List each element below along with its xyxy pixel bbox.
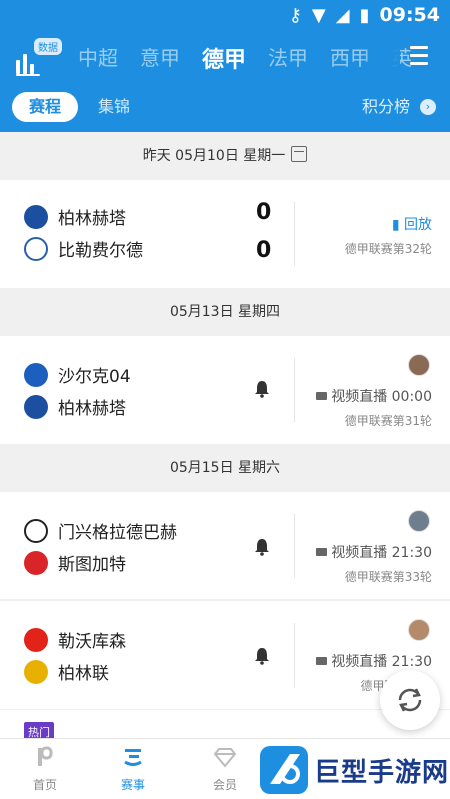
wifi-icon: ▼ — [311, 4, 326, 26]
home-team: 门兴格拉德巴赫 — [24, 518, 177, 543]
divider — [294, 514, 295, 578]
team-name: 勒沃库森 — [58, 632, 126, 652]
match-info: 视频直播 21:30 德甲联赛第33轮 — [316, 542, 432, 585]
team-name: 沙尔克04 — [58, 367, 131, 387]
union-berlin-crest-icon — [24, 659, 48, 684]
watermark-emblem — [260, 746, 308, 794]
bell-icon[interactable] — [254, 538, 270, 556]
status-bar: ⚷ ▼ ◢ ▮ 09:54 — [0, 0, 450, 32]
live-button[interactable]: 视频直播 21:30 — [316, 651, 432, 671]
refresh-button[interactable] — [380, 670, 440, 730]
calendar-icon[interactable] — [291, 146, 308, 162]
away-team: 比勒费尔德 — [24, 236, 143, 261]
league-fade — [360, 36, 400, 80]
nav-member[interactable]: 会员 — [190, 745, 260, 793]
match-card[interactable]: 门兴格拉德巴赫 斯图加特 视频直播 21:30 德甲联赛第33轮 — [0, 492, 450, 600]
bielefeld-crest-icon — [24, 236, 48, 261]
divider — [294, 623, 295, 687]
nav-label: 会员 — [212, 778, 237, 792]
round-label: 德甲联赛第32轮 — [344, 242, 432, 256]
away-team: 柏林联 — [24, 659, 109, 684]
match-info: ▮ 回放 德甲联赛第32轮 — [345, 214, 432, 257]
date-label: 昨天 05月10日 星期一 — [142, 148, 286, 164]
tab-highlights[interactable]: 集锦 — [98, 92, 130, 122]
watermark-logo: 巨型手游网 — [258, 744, 450, 799]
away-team: 斯图加特 — [24, 550, 126, 575]
matches-icon — [124, 749, 142, 766]
divider — [294, 202, 295, 266]
avatar — [408, 619, 430, 641]
date-label: 05月13日 星期四 — [169, 304, 281, 320]
data-button[interactable]: 数据 — [14, 38, 66, 76]
menu-icon[interactable] — [410, 46, 428, 70]
video-icon — [316, 657, 328, 665]
subtabs: 赛程 集锦 积分榜 › — [0, 88, 450, 128]
nav-label: 首页 — [32, 778, 57, 792]
league-bar: 数据 中超 意甲 德甲 法甲 西甲 英 — [0, 36, 450, 80]
divider — [294, 358, 295, 422]
live-button[interactable]: 视频直播 00:00 — [316, 386, 432, 406]
team-name: 柏林赫塔 — [58, 209, 126, 229]
leverkusen-crest-icon — [24, 627, 48, 652]
avatar — [408, 510, 430, 532]
video-icon — [316, 548, 328, 556]
home-team: 勒沃库森 — [24, 627, 126, 652]
diamond-icon — [213, 748, 237, 768]
signal-icon: ◢ — [335, 4, 350, 26]
schalke-crest-icon — [24, 362, 48, 387]
chevron-right-icon[interactable]: › — [420, 99, 436, 115]
replay-icon: ▮ — [391, 217, 400, 233]
stuttgart-crest-icon — [24, 550, 48, 575]
data-badge: 数据 — [34, 38, 62, 55]
bell-icon[interactable] — [254, 380, 270, 398]
home-icon — [38, 746, 53, 766]
nav-label: 赛事 — [120, 778, 145, 792]
nav-home[interactable]: 首页 — [10, 745, 80, 793]
tab-league-0[interactable]: 中超 — [78, 42, 118, 74]
live-button[interactable]: 视频直播 21:30 — [316, 542, 432, 562]
video-icon — [316, 392, 328, 400]
away-team: 柏林赫塔 — [24, 394, 126, 419]
date-header: 05月13日 星期四 — [0, 288, 450, 336]
team-name: 斯图加特 — [58, 555, 126, 575]
nav-matches[interactable]: 赛事 — [98, 745, 168, 793]
bell-icon[interactable] — [254, 647, 270, 665]
away-score: 0 — [256, 238, 272, 263]
match-info: 视频直播 00:00 德甲联赛第31轮 — [316, 386, 432, 429]
team-name: 门兴格拉德巴赫 — [58, 523, 177, 543]
hertha-crest-icon — [24, 394, 48, 419]
app-header: ⚷ ▼ ◢ ▮ 09:54 数据 中超 意甲 德甲 法甲 西甲 英 赛程 集锦 … — [0, 0, 450, 132]
match-card[interactable]: 沙尔克04 柏林赫塔 视频直播 00:00 德甲联赛第31轮 — [0, 336, 450, 444]
status-time: 09:54 — [379, 4, 440, 26]
round-label: 德甲联赛第31轮 — [344, 414, 432, 428]
date-header: 05月15日 星期六 — [0, 444, 450, 492]
tab-league-2[interactable]: 德甲 — [202, 42, 246, 74]
round-label: 德甲联赛第33轮 — [344, 570, 432, 584]
tab-league-1[interactable]: 意甲 — [140, 42, 180, 74]
team-name: 柏林联 — [58, 664, 109, 684]
date-header: 昨天 05月10日 星期一 — [0, 132, 450, 180]
team-name: 比勒费尔德 — [58, 241, 143, 261]
battery-icon: ▮ — [359, 4, 370, 26]
gladbach-crest-icon — [24, 518, 48, 543]
avatar — [408, 354, 430, 376]
key-icon: ⚷ — [288, 4, 302, 26]
refresh-icon — [398, 688, 422, 712]
tab-schedule[interactable]: 赛程 — [12, 92, 78, 122]
tab-league-3[interactable]: 法甲 — [268, 42, 308, 74]
hertha-crest-icon — [24, 204, 48, 229]
watermark-text: 巨型手游网 — [314, 758, 450, 788]
ranking-link[interactable]: 积分榜 — [362, 92, 410, 122]
home-score: 0 — [256, 200, 272, 225]
home-team: 沙尔克04 — [24, 362, 131, 387]
home-team: 柏林赫塔 — [24, 204, 126, 229]
team-name: 柏林赫塔 — [58, 399, 126, 419]
date-label: 05月15日 星期六 — [169, 460, 281, 476]
match-card[interactable]: 柏林赫塔 比勒费尔德 0 0 ▮ 回放 德甲联赛第32轮 — [0, 180, 450, 288]
replay-button[interactable]: ▮ 回放 — [345, 214, 432, 234]
